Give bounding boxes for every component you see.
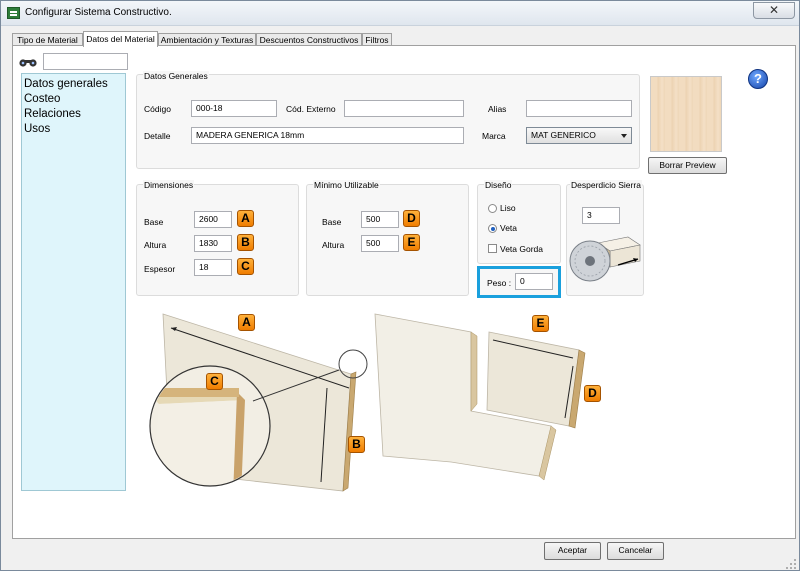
search-input[interactable] <box>43 53 128 70</box>
window-title: Configurar Sistema Constructivo. <box>25 7 172 18</box>
nav-item-usos[interactable]: Usos <box>24 123 50 135</box>
detalle-field[interactable]: MADERA GENERICA 18mm <box>191 127 464 144</box>
marca-select[interactable]: MAT GENERICO <box>526 127 632 144</box>
desperdicio-sierra-title: Desperdicio Sierra <box>570 180 642 190</box>
badge-b: B <box>237 234 254 251</box>
marca-label: Marca <box>482 131 506 141</box>
detalle-label: Detalle <box>144 131 171 141</box>
illustration-badge-b: B <box>348 436 365 453</box>
resize-grip-icon[interactable] <box>785 558 797 570</box>
base-label: Base <box>144 217 164 227</box>
board-illustration <box>149 313 586 492</box>
cancelar-button[interactable]: Cancelar <box>607 542 664 560</box>
liso-radio[interactable] <box>488 204 497 213</box>
veta-gorda-checkbox[interactable] <box>488 244 497 253</box>
espesor-label: Espesor <box>144 264 176 274</box>
help-icon[interactable]: ? <box>748 69 768 89</box>
datos-generales-title: Datos Generales <box>143 71 209 81</box>
base-field[interactable]: 2600 <box>194 211 232 228</box>
codigo-label: Código <box>144 104 171 114</box>
alias-label: Alias <box>488 104 507 114</box>
borrar-preview-button[interactable]: Borrar Preview <box>648 157 727 174</box>
illustration-badge-e: E <box>532 315 549 332</box>
altura-field[interactable]: 1830 <box>194 235 232 252</box>
minimo-base-label: Base <box>322 217 342 227</box>
diseno-title: Diseño <box>484 180 513 190</box>
chevron-down-icon <box>621 134 627 138</box>
veta-label: Veta <box>500 223 518 233</box>
codigo-field[interactable]: 000-18 <box>191 100 277 117</box>
nav-item-relaciones[interactable]: Relaciones <box>24 108 81 120</box>
illustration-badge-d: D <box>584 385 601 402</box>
liso-label: Liso <box>500 203 516 213</box>
app-icon <box>7 7 20 19</box>
desperdicio-field[interactable]: 3 <box>582 207 620 224</box>
alias-field[interactable] <box>526 100 632 117</box>
minimo-altura-field[interactable]: 500 <box>361 235 399 252</box>
title-bar: Configurar Sistema Constructivo. ✕ <box>1 1 799 26</box>
badge-e: E <box>403 234 420 251</box>
minimo-utilizable-title: Mínimo Utilizable <box>313 180 380 190</box>
badge-c: C <box>237 258 254 275</box>
altura-label: Altura <box>144 240 167 250</box>
aceptar-button[interactable]: Aceptar <box>544 542 601 560</box>
espesor-field[interactable]: 18 <box>194 259 232 276</box>
texture-preview <box>650 76 722 152</box>
illustration-badge-c: C <box>206 373 223 390</box>
cod-externo-label: Cód. Externo <box>286 104 336 114</box>
datos-generales-group <box>136 74 640 169</box>
marca-select-value: MAT GENERICO <box>531 130 596 140</box>
tab-datos-material[interactable]: Datos del Material <box>83 31 158 47</box>
veta-radio[interactable] <box>488 224 497 233</box>
dialog-window: Configurar Sistema Constructivo. ✕ Tipo … <box>0 0 800 571</box>
binoculars-icon[interactable] <box>18 57 38 67</box>
nav-item-costeo[interactable]: Costeo <box>24 93 60 105</box>
close-button[interactable]: ✕ <box>753 2 795 19</box>
section-list: Datos generales Costeo Relaciones Usos <box>21 73 126 491</box>
badge-a: A <box>237 210 254 227</box>
minimo-base-field[interactable]: 500 <box>361 211 399 228</box>
minimo-altura-label: Altura <box>322 240 345 250</box>
nav-item-datos-generales[interactable]: Datos generales <box>24 78 108 90</box>
veta-gorda-label: Veta Gorda <box>500 244 544 254</box>
peso-label: Peso : <box>487 278 512 288</box>
cod-externo-field[interactable] <box>344 100 464 117</box>
illustration-badge-a: A <box>238 314 255 331</box>
badge-d: D <box>403 210 420 227</box>
dimensiones-title: Dimensiones <box>143 180 195 190</box>
peso-field[interactable]: 0 <box>515 273 553 290</box>
saw-blade-icon <box>569 236 641 282</box>
